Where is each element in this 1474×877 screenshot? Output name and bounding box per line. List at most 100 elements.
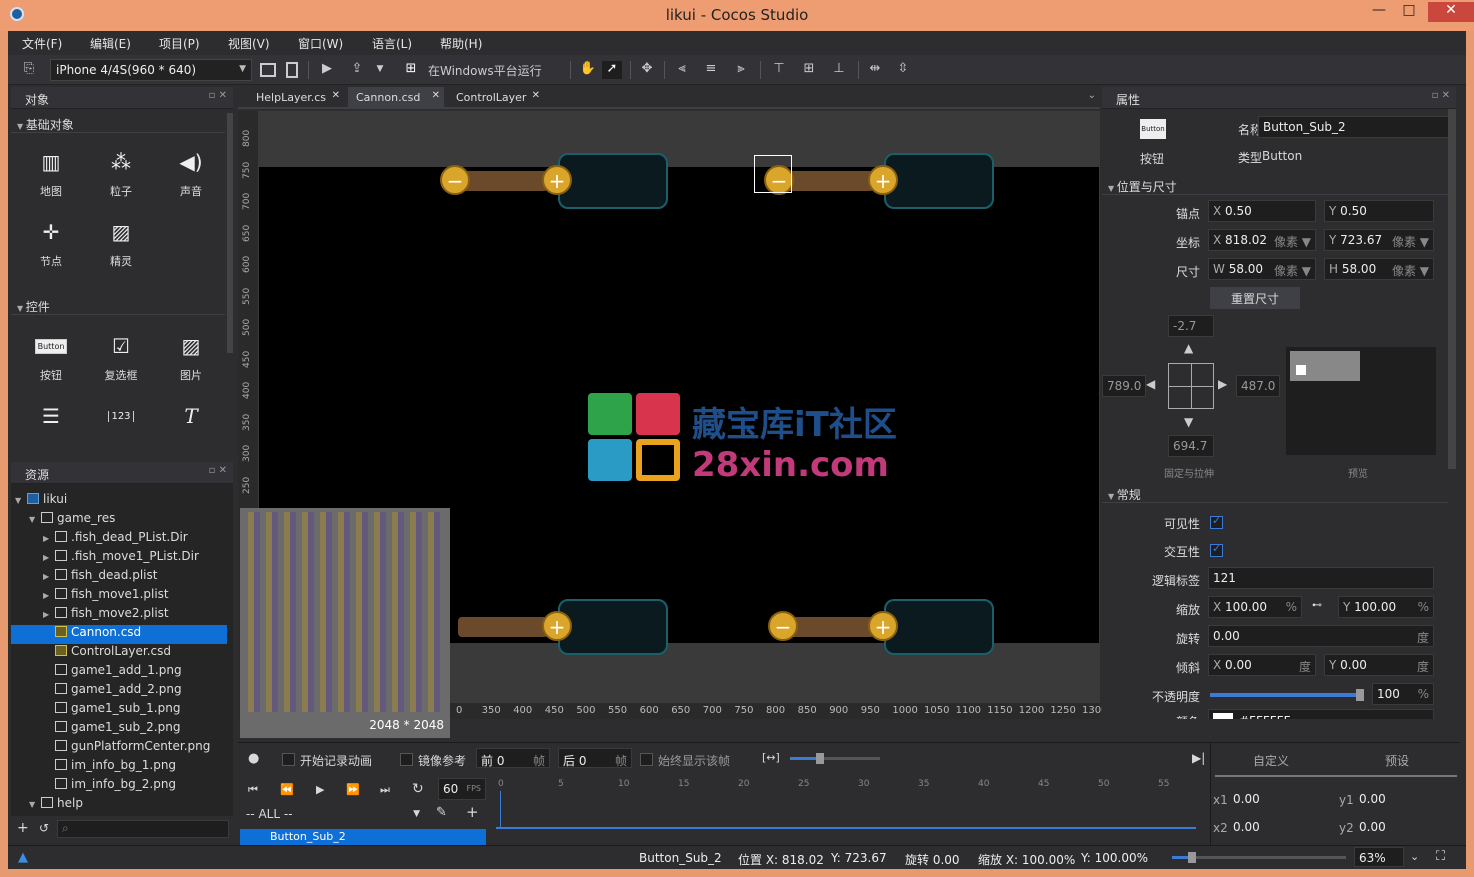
layout-widget[interactable] xyxy=(1168,363,1214,409)
controls-header[interactable]: ▼ 控件 xyxy=(11,295,225,315)
plus-icon[interactable]: + xyxy=(542,611,572,641)
timeline-zoom-slider[interactable] xyxy=(790,753,880,764)
close-icon[interactable]: ✕ xyxy=(332,90,340,101)
menu-project[interactable]: 项目(P) xyxy=(159,35,200,52)
timeline-filter-select[interactable]: -- ALL -- ▼ xyxy=(242,805,424,825)
record-checkbox[interactable] xyxy=(282,753,295,766)
plus-icon[interactable]: + xyxy=(542,165,572,195)
new-device-icon[interactable]: ⎘ xyxy=(20,61,38,79)
tool-text[interactable]: T xyxy=(161,403,221,437)
expand-arrow-icon[interactable]: ▶ xyxy=(43,591,55,600)
menu-language[interactable]: 语言(L) xyxy=(372,35,412,52)
align-bottom-icon[interactable]: ⊥ xyxy=(830,61,848,79)
tool-button[interactable]: Button 按钮 xyxy=(21,333,81,383)
color-field[interactable]: #FFFFFF xyxy=(1208,709,1434,719)
next-frame-field[interactable]: 后 0 帧 xyxy=(558,748,632,768)
resource-item[interactable]: ▶ fish_move1.plist xyxy=(11,587,227,606)
tag-field[interactable]: 121 xyxy=(1208,567,1434,589)
play-end-icon[interactable]: ▶| xyxy=(1192,751,1205,765)
scale-x-field[interactable]: X 100.00% xyxy=(1208,596,1302,618)
playhead[interactable] xyxy=(500,791,501,829)
scale-y-field[interactable]: Y 100.00% xyxy=(1338,596,1434,618)
skew-y-field[interactable]: Y 0.00 度 xyxy=(1324,654,1434,676)
loop-icon[interactable]: ↻ xyxy=(412,781,424,797)
tool-text-area[interactable]: ☰ xyxy=(21,403,81,437)
general-header[interactable]: ▼ 常规 xyxy=(1102,483,1448,503)
pencil-icon[interactable]: ✎ xyxy=(436,805,447,820)
menu-file[interactable]: 文件(F) xyxy=(22,35,62,52)
menu-view[interactable]: 视图(V) xyxy=(228,35,270,52)
resource-item[interactable]: ▼ likui xyxy=(11,492,227,511)
minimize-button[interactable]: — xyxy=(1364,2,1394,22)
publish-icon[interactable]: ⇪ xyxy=(348,61,366,79)
visible-checkbox[interactable] xyxy=(1210,514,1223,529)
opacity-slider[interactable] xyxy=(1210,689,1364,701)
canvas-area[interactable]: 800 750 700 650 600 550 500 450 400 350 300 250 − + … xyxy=(238,111,1107,738)
zoom-field[interactable]: 63% xyxy=(1354,847,1404,867)
pos-y-field[interactable]: Y 723.67 像素 ▼ xyxy=(1324,229,1434,251)
resource-item[interactable]: ▶ fish_move2.plist xyxy=(11,606,227,625)
tool-particle[interactable]: ⁂ 粒子 xyxy=(91,149,151,199)
minus-icon[interactable]: − xyxy=(768,611,798,641)
fit-icon[interactable]: [↔] xyxy=(762,751,780,764)
resource-item[interactable]: Cannon.csd xyxy=(11,625,227,644)
tab-helplayer[interactable]: HelpLayer.cs ✕ xyxy=(248,87,344,109)
align-top-icon[interactable]: ⊤ xyxy=(770,61,788,79)
zoom-slider[interactable] xyxy=(1172,852,1346,863)
tab-custom[interactable]: 自定义 xyxy=(1253,752,1289,769)
menu-help[interactable]: 帮助(H) xyxy=(440,35,482,52)
name-field[interactable]: Button_Sub_2 xyxy=(1258,116,1450,138)
resource-item[interactable]: im_info_bg_1.png xyxy=(11,758,227,777)
zoom-dropdown-icon[interactable]: ⌄ xyxy=(1410,850,1419,863)
height-field[interactable]: H 58.00 像素 ▼ xyxy=(1324,258,1434,280)
close-icon[interactable]: ✕ xyxy=(432,90,440,101)
close-button[interactable]: ✕ xyxy=(1428,2,1474,22)
interact-checkbox[interactable] xyxy=(1210,542,1223,557)
hand-tool-icon[interactable]: ✋ xyxy=(578,61,598,79)
pos-size-header[interactable]: ▼ 位置与尺寸 xyxy=(1102,175,1448,195)
y2-field[interactable]: 0.00 xyxy=(1355,817,1455,837)
info-icon[interactable]: ▲ xyxy=(18,850,28,865)
rotate-field[interactable]: 0.00 度 xyxy=(1208,625,1434,647)
resource-item[interactable]: game1_sub_2.png xyxy=(11,720,227,739)
expand-arrow-icon[interactable]: ▶ xyxy=(43,534,55,543)
cannon-bottom-right[interactable]: − + xyxy=(754,597,1004,657)
add-resource-button[interactable]: + xyxy=(17,820,29,836)
tool-image[interactable]: ▨ 图片 xyxy=(161,333,221,383)
expand-arrow-icon[interactable]: ▶ xyxy=(43,553,55,562)
publish-dropdown-icon[interactable]: ▼ xyxy=(374,64,386,82)
x1-field[interactable]: 0.00 xyxy=(1229,789,1329,809)
resource-item[interactable]: ▼ game_res xyxy=(11,511,227,530)
menu-edit[interactable]: 编辑(E) xyxy=(90,35,131,52)
y1-field[interactable]: 0.00 xyxy=(1355,789,1455,809)
minus-icon[interactable]: − xyxy=(440,165,470,195)
tab-cannon[interactable]: Cannon.csd ✕ xyxy=(348,87,444,109)
add-track-icon[interactable]: + xyxy=(466,803,479,821)
panel-close-icon[interactable]: ▫ ✕ xyxy=(1432,90,1450,101)
pin-top-icon[interactable]: ▲ xyxy=(1184,341,1193,355)
timeline-ruler[interactable]: 0 5 10 15 20 25 30 35 40 45 50 55 xyxy=(496,779,1196,829)
align-middle-icon[interactable]: ⊞ xyxy=(800,61,818,79)
resource-item[interactable]: ControlLayer.csd xyxy=(11,644,227,663)
tool-sound[interactable]: ◀) 声音 xyxy=(161,149,221,199)
mirror-checkbox[interactable] xyxy=(400,753,413,766)
resource-item[interactable]: im_info_bg_2.png xyxy=(11,777,227,796)
run-windows-button[interactable]: 在Windows平台运行 xyxy=(428,62,558,80)
pin-bottom-icon[interactable]: ▼ xyxy=(1184,415,1193,429)
play-icon[interactable]: ▶ xyxy=(320,61,334,79)
margin-left-field[interactable]: 789.0 xyxy=(1102,375,1146,397)
panel-close-icon[interactable]: ▫ ✕ xyxy=(209,90,227,101)
device-select[interactable]: iPhone 4/4S(960 * 640) ▼ xyxy=(50,59,252,81)
landscape-icon[interactable] xyxy=(260,63,276,77)
move-icon[interactable]: ✥ xyxy=(638,61,656,79)
width-field[interactable]: W 58.00 像素 ▼ xyxy=(1208,258,1316,280)
expand-arrow-icon[interactable]: ▼ xyxy=(29,800,41,809)
basic-objects-header[interactable]: ▼ 基础对象 xyxy=(11,113,225,133)
objects-scrollbar[interactable] xyxy=(227,113,233,353)
cannon-top-left[interactable]: − + xyxy=(428,151,678,211)
align-left-icon[interactable]: ⫷ xyxy=(673,61,691,79)
maximize-button[interactable]: □ xyxy=(1394,2,1424,22)
resource-item[interactable]: gunPlatformCenter.png xyxy=(11,739,227,758)
expand-arrow-icon[interactable]: ▶ xyxy=(43,610,55,619)
menu-window[interactable]: 窗口(W) xyxy=(298,35,343,52)
